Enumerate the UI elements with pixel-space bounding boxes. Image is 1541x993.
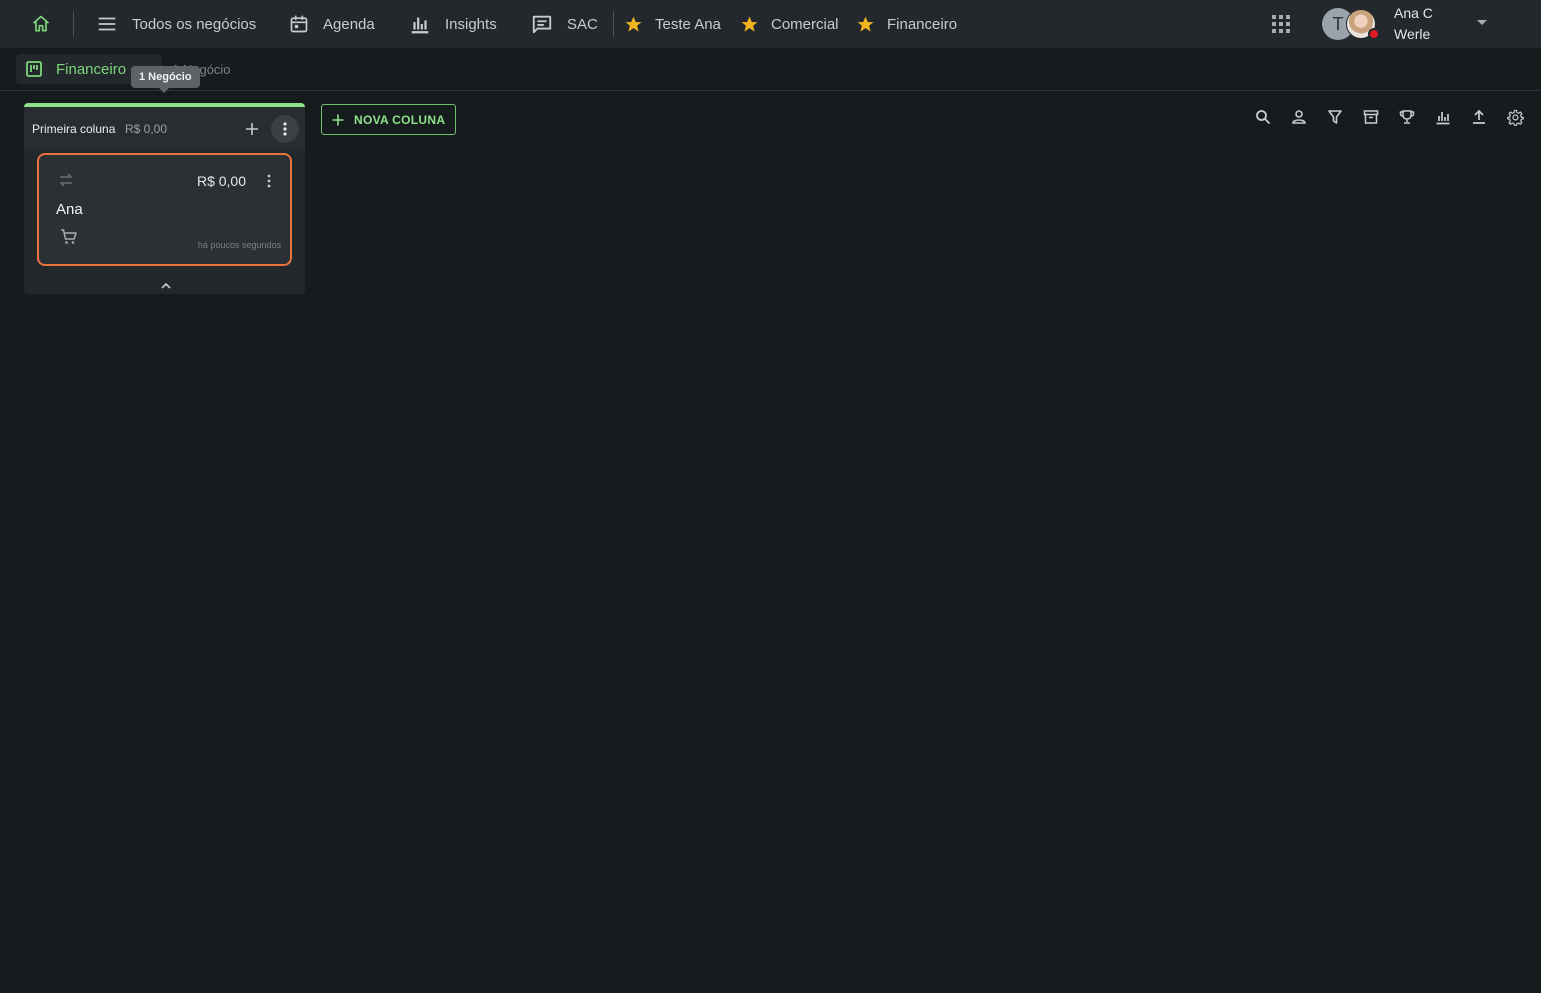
gear-icon[interactable]	[1505, 107, 1525, 127]
more-vert-icon	[283, 122, 287, 136]
user-name[interactable]: Ana C Werle	[1394, 3, 1464, 45]
column-total: R$ 0,00	[125, 122, 168, 136]
nav-sac[interactable]: SAC	[531, 0, 598, 48]
user-avatar-group[interactable]: T	[1322, 8, 1382, 40]
star-icon	[741, 16, 758, 32]
calendar-icon	[290, 15, 308, 33]
bar-chart-icon	[411, 17, 429, 34]
top-navigation-bar: Todos os negócios Agenda Insights SAC Te…	[0, 0, 1541, 48]
deal-count-tooltip: 1 Negócio	[131, 66, 200, 93]
person-icon[interactable]	[1289, 107, 1309, 127]
star-icon	[625, 16, 642, 32]
card-more-icon[interactable]	[266, 173, 272, 189]
nav-todos-os-negocios[interactable]: Todos os negócios	[96, 0, 256, 48]
favorite-comercial[interactable]: Comercial	[740, 0, 839, 48]
favorite-label: Teste Ana	[655, 15, 721, 33]
nav-divider	[73, 11, 74, 37]
upload-icon[interactable]	[1469, 107, 1489, 127]
chart-icon[interactable]	[1433, 107, 1453, 127]
kanban-column: Primeira coluna R$ 0,00 R$ 0,00 Ana há p…	[24, 103, 305, 294]
caret-down-icon[interactable]	[1477, 20, 1487, 25]
favorite-label: Comercial	[771, 15, 839, 33]
nav-label: Todos os negócios	[132, 15, 257, 33]
deal-timestamp: há poucos segundos	[197, 240, 281, 250]
board-toolbar: Financeiro 1 Negócio	[0, 48, 1541, 126]
archive-icon[interactable]	[1361, 107, 1381, 127]
filter-icon[interactable]	[1325, 107, 1345, 127]
search-icon[interactable]	[1253, 107, 1273, 127]
favorite-financeiro[interactable]: Financeiro	[856, 0, 957, 48]
trophy-icon[interactable]	[1397, 107, 1417, 127]
nav-divider	[613, 11, 614, 37]
nav-insights[interactable]: Insights	[409, 0, 497, 48]
apps-grid-icon[interactable]	[1271, 14, 1291, 34]
deal-title: Ana	[56, 201, 83, 218]
deal-value: R$ 0,00	[196, 173, 246, 189]
cart-icon	[60, 228, 78, 251]
swap-icon	[57, 171, 75, 194]
chat-icon	[532, 15, 552, 34]
home-icon[interactable]	[28, 12, 54, 36]
status-dot	[1368, 28, 1380, 40]
chevron-up-icon[interactable]	[160, 277, 172, 295]
favorite-label: Financeiro	[887, 15, 958, 33]
nav-agenda[interactable]: Agenda	[289, 0, 375, 48]
board-tab-label: Financeiro	[56, 60, 127, 78]
new-column-label: NOVA COLUNA	[354, 112, 446, 127]
column-header: Primeira coluna R$ 0,00	[24, 107, 305, 149]
column-menu-button[interactable]	[271, 115, 299, 143]
plus-icon	[246, 123, 258, 135]
add-deal-button[interactable]	[242, 119, 262, 139]
nav-label: Agenda	[323, 15, 375, 33]
nav-label: SAC	[567, 15, 598, 33]
menu-icon	[98, 17, 116, 31]
toolbar-icons	[1253, 107, 1525, 127]
plus-icon	[332, 114, 344, 125]
new-column-button[interactable]: NOVA COLUNA	[321, 104, 456, 135]
star-icon	[857, 16, 874, 32]
favorite-teste-ana[interactable]: Teste Ana	[624, 0, 721, 48]
nav-label: Insights	[445, 15, 497, 33]
column-name[interactable]: Primeira coluna	[32, 122, 115, 136]
board-icon	[26, 61, 42, 77]
deal-card[interactable]: R$ 0,00 Ana há poucos segundos	[37, 153, 292, 266]
